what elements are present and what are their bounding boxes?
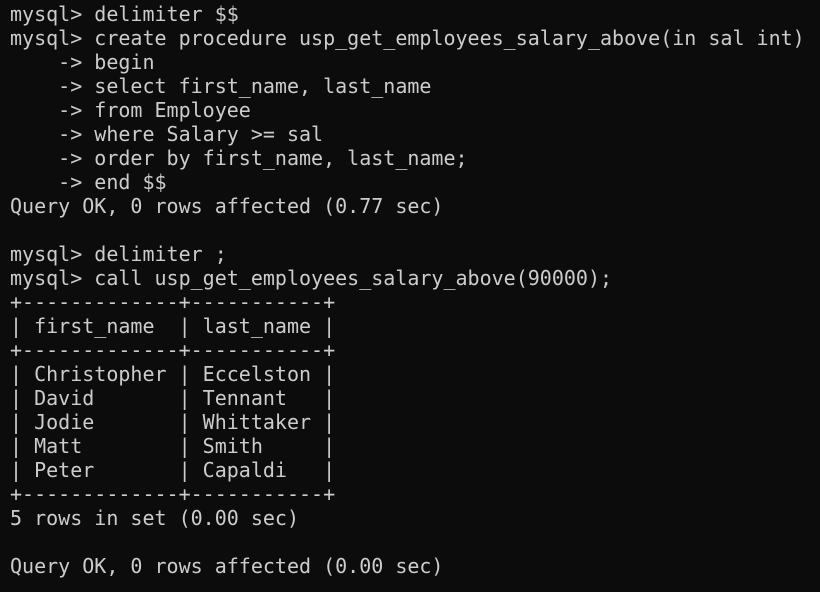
terminal-window[interactable]: mysql> delimiter $$ mysql> create proced… (0, 0, 820, 592)
table-row: | Peter | Capaldi | (10, 458, 336, 482)
table-row: | David | Tennant | (10, 386, 336, 410)
command-call-procedure: mysql> call usp_get_employees_salary_abo… (10, 266, 613, 290)
command-delimiter-set: mysql> delimiter $$ (10, 2, 239, 26)
query-result-message: Query OK, 0 rows affected (0.77 sec) (10, 194, 444, 218)
table-row: | Jodie | Whittaker | (10, 410, 336, 434)
table-border: +-------------+-----------+ (10, 338, 336, 362)
table-row: | Christopher | Eccelston | (10, 362, 336, 386)
table-border: +-------------+-----------+ (10, 290, 336, 314)
table-header-row: | first_name | last_name | (10, 314, 336, 338)
continuation-line: -> from Employee (10, 98, 251, 122)
table-border: +-------------+-----------+ (10, 482, 336, 506)
continuation-line: -> order by first_name, last_name; (10, 146, 468, 170)
continuation-line: -> begin (10, 50, 155, 74)
continuation-line: -> end $$ (10, 170, 167, 194)
rowcount-message: 5 rows in set (0.00 sec) (10, 506, 299, 530)
continuation-line: -> where Salary >= sal (10, 122, 324, 146)
command-delimiter-reset: mysql> delimiter ; (10, 242, 227, 266)
query-result-message: Query OK, 0 rows affected (0.00 sec) (10, 554, 444, 578)
command-create-procedure: mysql> create procedure usp_get_employee… (10, 26, 805, 50)
table-row: | Matt | Smith | (10, 434, 336, 458)
continuation-line: -> select first_name, last_name (10, 74, 432, 98)
